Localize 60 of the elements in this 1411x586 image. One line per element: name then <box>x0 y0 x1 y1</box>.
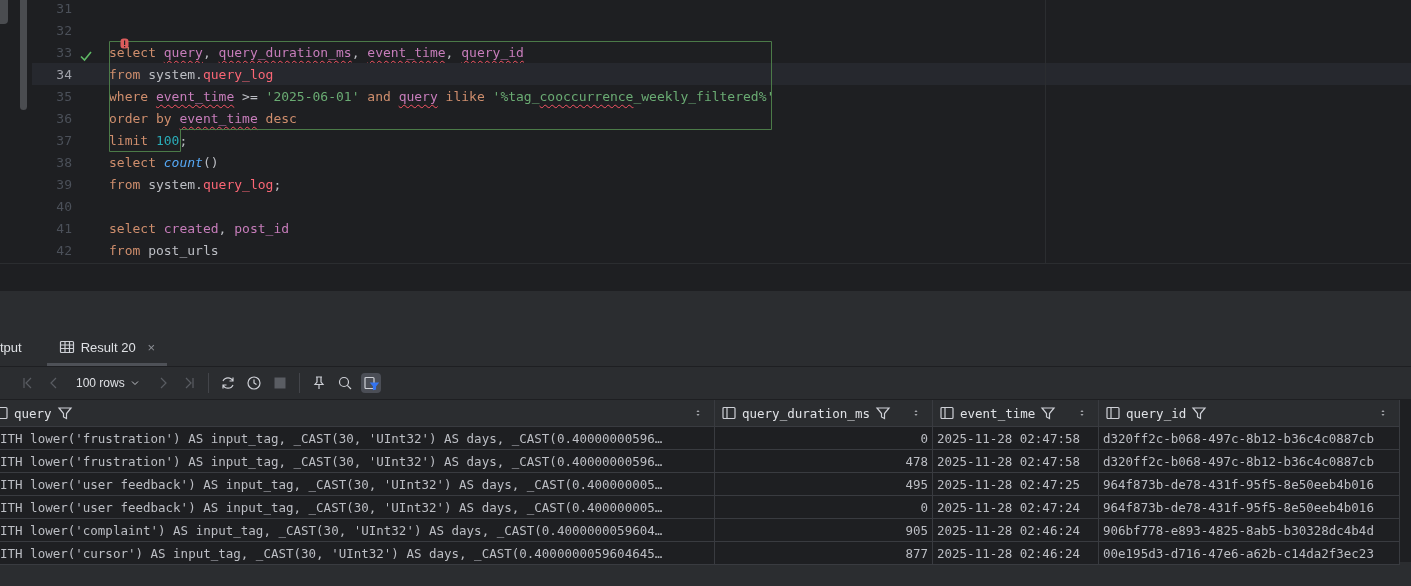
table-cell: d320ff2c-b068-497c-8b12-b36c4c0887cb <box>1099 450 1400 473</box>
column-name: query <box>14 405 52 421</box>
filter-icon <box>1040 405 1057 421</box>
table-cell: 0 <box>715 496 933 519</box>
search-icon <box>336 375 353 391</box>
column-header[interactable]: event_time <box>933 400 1099 427</box>
table-cell: ITH lower('user feedback') AS input_tag, _CAST(30, 'UInt32') AS days, _CAST(0.400000005… <box>0 473 715 496</box>
column-name: query_id <box>1126 405 1187 421</box>
code-line: select count() <box>109 154 219 170</box>
code-line: order by event_time desc <box>109 110 297 126</box>
table-cell: 905 <box>715 519 933 542</box>
column-header[interactable]: query <box>0 400 715 427</box>
refresh-icon <box>219 375 236 391</box>
column-icon <box>721 405 737 421</box>
table-cell: 2025-11-28 02:46:24 <box>933 542 1099 565</box>
table-cell: d320ff2c-b068-497c-8b12-b36c4c0887cb <box>1099 427 1400 450</box>
table-cell: ITH lower('cursor') AS input_tag, _CAST(30, 'UInt32') AS days, _CAST(0.4000000059604645… <box>0 542 715 565</box>
filter-icon <box>1191 405 1208 421</box>
column-name: query_duration_ms <box>742 405 870 421</box>
code-line: from post_urls <box>109 242 219 258</box>
code-line: limit 100; <box>109 132 188 148</box>
scrollbar-thumb[interactable] <box>20 0 27 110</box>
table-cell: 964f873b-de78-431f-95f5-8e50eeb4b016 <box>1099 496 1400 519</box>
table-icon <box>58 339 75 355</box>
table-cell: ITH lower('frustration') AS input_tag, _CAST(30, 'UInt32') AS days, _CAST(0.40000000596… <box>0 427 715 450</box>
column-header[interactable]: query_id <box>1099 400 1400 427</box>
table-cell: 2025-11-28 02:47:24 <box>933 496 1099 519</box>
code-line: select created, post_id <box>109 220 290 236</box>
column-icon <box>1105 405 1121 421</box>
table-cell: 0 <box>715 427 933 450</box>
table-cell: 2025-11-28 02:47:25 <box>933 473 1099 496</box>
table-cell: 2025-11-28 02:46:24 <box>933 519 1099 542</box>
table-cell: 495 <box>715 473 933 496</box>
result-tab[interactable]: tput <box>0 331 34 366</box>
column-header[interactable]: query_duration_ms <box>715 400 933 427</box>
table-cell: ITH lower('user feedback') AS input_tag, _CAST(30, 'UInt32') AS days, _CAST(0.400000005… <box>0 496 715 519</box>
table-cell: 877 <box>715 542 933 565</box>
filter-icon <box>56 405 73 421</box>
code-line: select query, query_duration_ms, event_time, query_id <box>109 44 524 60</box>
table-cell: 00e195d3-d716-47e6-a62b-c14da2f3ec23 <box>1099 542 1400 565</box>
filter-icon <box>874 405 891 421</box>
filter-toggle-button[interactable] <box>360 373 381 393</box>
page-size-dropdown[interactable]: 100 rows <box>70 376 147 390</box>
filter-icon <box>362 375 379 391</box>
table-cell: 906bf778-e893-4825-8ab5-b30328dc4b4d <box>1099 519 1400 542</box>
line-number: 34 <box>55 66 72 82</box>
table-cell: ITH lower('frustration') AS input_tag, _CAST(30, 'UInt32') AS days, _CAST(0.40000000596… <box>0 450 715 473</box>
close-icon[interactable]: × <box>147 339 156 355</box>
column-icon <box>939 405 955 421</box>
code-line: where event_time >= '2025-06-01' and query ilike '%tag_cooccurrence_weekly_filtered%' <box>109 88 775 104</box>
table-cell: ITH lower('complaint') AS input_tag, _CAST(30, 'UInt32') AS days, _CAST(0.4000000059604… <box>0 519 715 542</box>
column-name: event_time <box>960 405 1036 421</box>
code-line: from system.query_log; <box>109 176 282 192</box>
code-line: from system.query_log <box>109 66 274 82</box>
table-cell: 964f873b-de78-431f-95f5-8e50eeb4b016 <box>1099 473 1400 496</box>
table-cell: 478 <box>715 450 933 473</box>
table-cell: 2025-11-28 02:47:58 <box>933 427 1099 450</box>
scrollbar-track[interactable] <box>1400 400 1411 562</box>
table-cell: 2025-11-28 02:47:58 <box>933 450 1099 473</box>
clock-icon <box>245 375 262 391</box>
